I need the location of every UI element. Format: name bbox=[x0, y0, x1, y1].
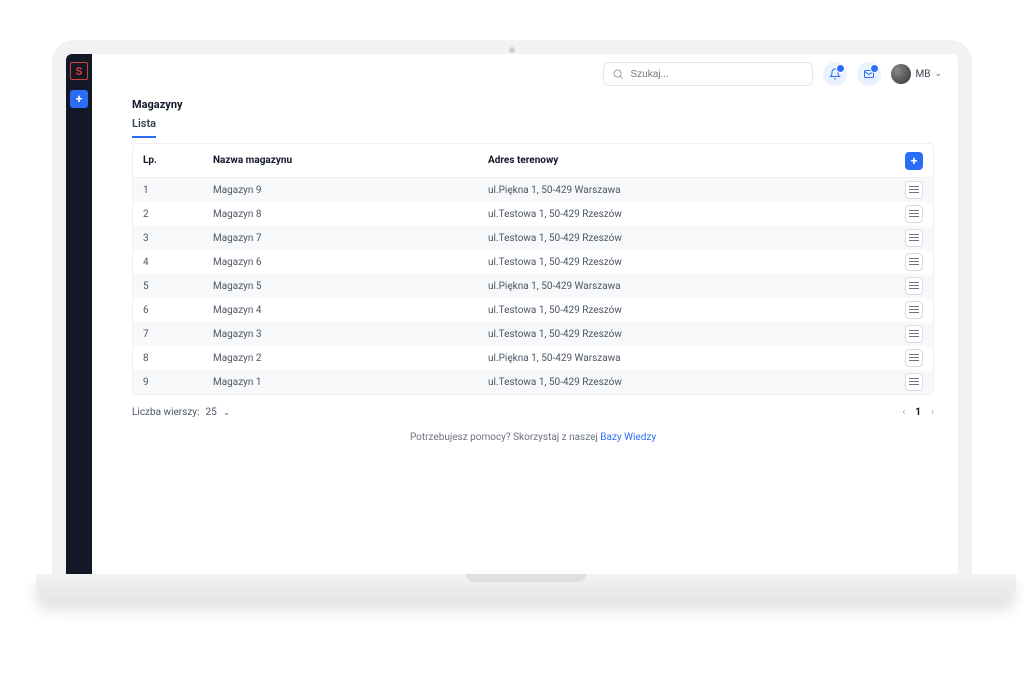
search-field[interactable] bbox=[603, 62, 813, 86]
row-menu-button[interactable] bbox=[905, 205, 923, 223]
row-menu-button[interactable] bbox=[905, 349, 923, 367]
laptop-camera bbox=[509, 47, 515, 53]
cell-name: Magazyn 9 bbox=[213, 185, 488, 196]
menu-icon bbox=[909, 186, 919, 194]
tabs: Lista bbox=[132, 117, 934, 139]
messages-button[interactable] bbox=[857, 62, 881, 86]
cell-name: Magazyn 6 bbox=[213, 257, 488, 268]
rows-label: Liczba wierszy: bbox=[132, 407, 199, 418]
table-row[interactable]: 9Magazyn 1ul.Testowa 1, 50-429 Rzeszów bbox=[133, 370, 933, 394]
row-menu-button[interactable] bbox=[905, 325, 923, 343]
menu-icon bbox=[909, 234, 919, 242]
content: Magazyny Lista Lp. Nazwa magazynu Adres … bbox=[92, 94, 958, 574]
table-row[interactable]: 1Magazyn 9ul.Piękna 1, 50-429 Warszawa bbox=[133, 178, 933, 202]
search-input[interactable] bbox=[630, 69, 804, 80]
topbar: MB ⌄ bbox=[92, 54, 958, 94]
tab-list[interactable]: Lista bbox=[132, 117, 156, 138]
col-address: Adres terenowy bbox=[488, 155, 873, 166]
table-row[interactable]: 3Magazyn 7ul.Testowa 1, 50-429 Rzeszów bbox=[133, 226, 933, 250]
cell-lp: 8 bbox=[143, 353, 213, 364]
cell-address: ul.Piękna 1, 50-429 Warszawa bbox=[488, 185, 873, 196]
row-menu-button[interactable] bbox=[905, 253, 923, 271]
help-link[interactable]: Bazy Wiedzy bbox=[600, 432, 656, 443]
help-text: Potrzebujesz pomocy? Skorzystaj z naszej bbox=[410, 432, 600, 443]
table-body: 1Magazyn 9ul.Piękna 1, 50-429 Warszawa2M… bbox=[133, 178, 933, 394]
cell-name: Magazyn 3 bbox=[213, 329, 488, 340]
col-lp: Lp. bbox=[143, 155, 213, 166]
laptop-base bbox=[36, 574, 1016, 600]
laptop-frame: S + MB ⌄ bbox=[52, 40, 972, 600]
row-menu-button[interactable] bbox=[905, 229, 923, 247]
cell-lp: 3 bbox=[143, 233, 213, 244]
pager: ‹ 1 › bbox=[902, 407, 934, 418]
menu-icon bbox=[909, 354, 919, 362]
cell-address: ul.Testowa 1, 50-429 Rzeszów bbox=[488, 257, 873, 268]
mail-icon bbox=[863, 68, 875, 80]
cell-lp: 1 bbox=[143, 185, 213, 196]
notification-button[interactable] bbox=[823, 62, 847, 86]
cell-name: Magazyn 1 bbox=[213, 377, 488, 388]
bell-icon bbox=[829, 68, 841, 80]
table-row[interactable]: 5Magazyn 5ul.Piękna 1, 50-429 Warszawa bbox=[133, 274, 933, 298]
sidebar: S + bbox=[66, 54, 92, 574]
menu-icon bbox=[909, 282, 919, 290]
cell-address: ul.Piękna 1, 50-429 Warszawa bbox=[488, 353, 873, 364]
cell-lp: 2 bbox=[143, 209, 213, 220]
cell-address: ul.Testowa 1, 50-429 Rzeszów bbox=[488, 305, 873, 316]
row-menu-button[interactable] bbox=[905, 277, 923, 295]
rows-value: 25 bbox=[205, 407, 216, 418]
menu-icon bbox=[909, 330, 919, 338]
pager-prev-button[interactable]: ‹ bbox=[902, 407, 905, 418]
cell-lp: 4 bbox=[143, 257, 213, 268]
cell-lp: 5 bbox=[143, 281, 213, 292]
chevron-down-icon: ⌄ bbox=[223, 408, 231, 418]
cell-name: Magazyn 7 bbox=[213, 233, 488, 244]
chevron-down-icon: ⌄ bbox=[934, 69, 942, 79]
table-footer: Liczba wierszy: 25 ⌄ ‹ 1 › bbox=[132, 407, 934, 418]
avatar bbox=[891, 64, 911, 84]
cell-name: Magazyn 5 bbox=[213, 281, 488, 292]
user-menu[interactable]: MB ⌄ bbox=[891, 64, 942, 84]
page-title: Magazyny bbox=[132, 98, 934, 111]
cell-lp: 7 bbox=[143, 329, 213, 340]
menu-icon bbox=[909, 258, 919, 266]
row-menu-button[interactable] bbox=[905, 373, 923, 391]
col-name: Nazwa magazynu bbox=[213, 155, 488, 166]
app-logo-icon: S bbox=[70, 62, 88, 80]
table-row[interactable]: 6Magazyn 4ul.Testowa 1, 50-429 Rzeszów bbox=[133, 298, 933, 322]
cell-lp: 9 bbox=[143, 377, 213, 388]
pager-current-page: 1 bbox=[915, 407, 921, 418]
cell-lp: 6 bbox=[143, 305, 213, 316]
help-line: Potrzebujesz pomocy? Skorzystaj z naszej… bbox=[132, 432, 934, 443]
cell-name: Magazyn 8 bbox=[213, 209, 488, 220]
cell-address: ul.Piękna 1, 50-429 Warszawa bbox=[488, 281, 873, 292]
add-warehouse-button[interactable]: + bbox=[905, 152, 923, 170]
cell-name: Magazyn 2 bbox=[213, 353, 488, 364]
row-menu-button[interactable] bbox=[905, 301, 923, 319]
cell-address: ul.Testowa 1, 50-429 Rzeszów bbox=[488, 377, 873, 388]
app-screen: S + MB ⌄ bbox=[66, 54, 958, 574]
table-row[interactable]: 7Magazyn 3ul.Testowa 1, 50-429 Rzeszów bbox=[133, 322, 933, 346]
menu-icon bbox=[909, 210, 919, 218]
cell-address: ul.Testowa 1, 50-429 Rzeszów bbox=[488, 329, 873, 340]
table-row[interactable]: 8Magazyn 2ul.Piękna 1, 50-429 Warszawa bbox=[133, 346, 933, 370]
user-initials: MB bbox=[915, 69, 930, 80]
menu-icon bbox=[909, 306, 919, 314]
warehouses-table: Lp. Nazwa magazynu Adres terenowy + 1Mag… bbox=[132, 143, 934, 395]
table-row[interactable]: 4Magazyn 6ul.Testowa 1, 50-429 Rzeszów bbox=[133, 250, 933, 274]
main-area: MB ⌄ Magazyny Lista Lp. Nazwa magazynu A… bbox=[92, 54, 958, 574]
cell-name: Magazyn 4 bbox=[213, 305, 488, 316]
menu-icon bbox=[909, 378, 919, 386]
cell-address: ul.Testowa 1, 50-429 Rzeszów bbox=[488, 233, 873, 244]
rows-per-page-select[interactable]: Liczba wierszy: 25 ⌄ bbox=[132, 407, 230, 418]
sidebar-add-button[interactable]: + bbox=[70, 90, 88, 108]
pager-next-button[interactable]: › bbox=[931, 407, 934, 418]
table-row[interactable]: 2Magazyn 8ul.Testowa 1, 50-429 Rzeszów bbox=[133, 202, 933, 226]
search-icon bbox=[612, 68, 624, 80]
cell-address: ul.Testowa 1, 50-429 Rzeszów bbox=[488, 209, 873, 220]
table-header-row: Lp. Nazwa magazynu Adres terenowy + bbox=[133, 144, 933, 178]
row-menu-button[interactable] bbox=[905, 181, 923, 199]
